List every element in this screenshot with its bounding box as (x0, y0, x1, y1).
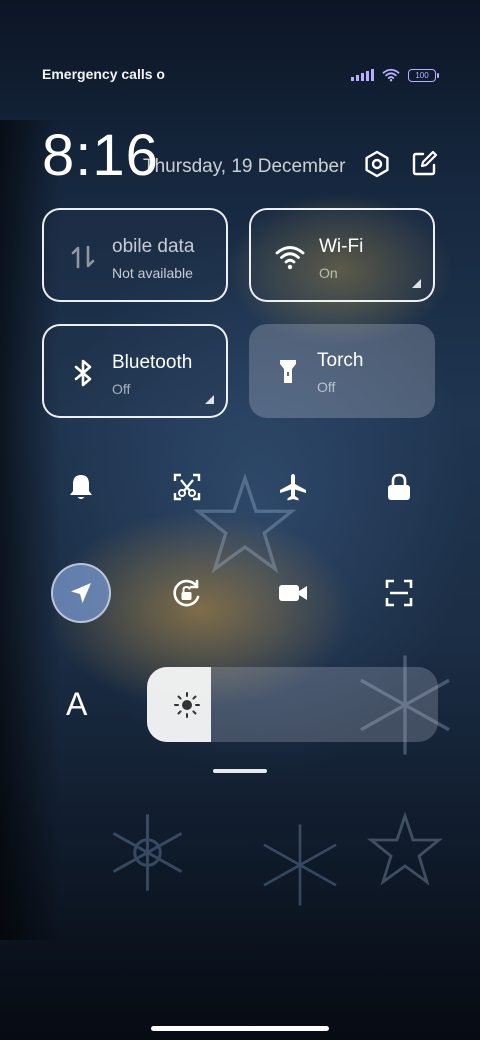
lock-screen-toggle[interactable] (369, 457, 429, 517)
tile-title: Wi-Fi (319, 236, 364, 257)
expand-corner-icon[interactable] (412, 279, 421, 288)
font-size-button[interactable]: A (66, 686, 87, 723)
carrier-text: Emergency calls o (42, 66, 165, 82)
tile-subtitle: Off (112, 381, 131, 397)
bluetooth-icon (74, 359, 92, 387)
tile-title: obile data (112, 236, 195, 257)
screenshot-toggle[interactable] (157, 457, 217, 517)
date-text: Thursday, 19 December (143, 156, 346, 177)
settings-icon[interactable] (363, 150, 391, 178)
expand-corner-icon[interactable] (205, 395, 214, 404)
lock-icon (388, 473, 410, 500)
sun-icon (174, 692, 200, 718)
airplane-icon (280, 474, 306, 501)
tile-title: Bluetooth (112, 352, 193, 373)
edit-icon[interactable] (410, 150, 438, 178)
snowflake-decoration (263, 824, 337, 906)
notifications-toggle[interactable] (51, 457, 111, 517)
status-bar: Emergency calls o 100 (42, 66, 439, 86)
screenshot-icon (173, 473, 201, 501)
snowflake-decoration (112, 814, 183, 891)
mobile-data-icon (71, 245, 95, 269)
tile-subtitle: Not available (112, 265, 193, 281)
screen-record-toggle[interactable] (263, 563, 323, 623)
scan-icon (385, 579, 413, 607)
wifi-icon (382, 68, 400, 82)
video-icon (279, 585, 307, 601)
torch-icon (280, 360, 296, 383)
scanner-toggle[interactable] (369, 563, 429, 623)
home-indicator[interactable] (151, 1026, 329, 1031)
status-icons: 100 (351, 68, 439, 82)
signal-icon (351, 69, 374, 81)
clock-time: 8:16 (42, 123, 159, 188)
tile-subtitle: On (319, 265, 338, 281)
tile-subtitle: Off (317, 379, 336, 395)
star-decoration (367, 811, 443, 886)
wifi-icon (275, 246, 305, 270)
airplane-mode-toggle[interactable] (263, 457, 323, 517)
rotation-lock-toggle[interactable] (157, 563, 217, 623)
panel-drag-handle[interactable] (213, 769, 267, 773)
tile-wifi[interactable]: Wi-Fi On (249, 208, 435, 302)
battery-icon: 100 (408, 68, 439, 82)
tile-mobile-data[interactable]: obile data Not available (42, 208, 228, 302)
tile-title: Torch (317, 350, 364, 371)
tile-torch[interactable]: Torch Off (249, 324, 435, 418)
bell-icon (70, 475, 92, 499)
rotation-lock-icon (173, 579, 200, 607)
location-toggle[interactable] (51, 563, 111, 623)
tile-bluetooth[interactable]: Bluetooth Off (42, 324, 228, 418)
brightness-slider[interactable] (147, 667, 438, 742)
location-icon (71, 583, 91, 603)
